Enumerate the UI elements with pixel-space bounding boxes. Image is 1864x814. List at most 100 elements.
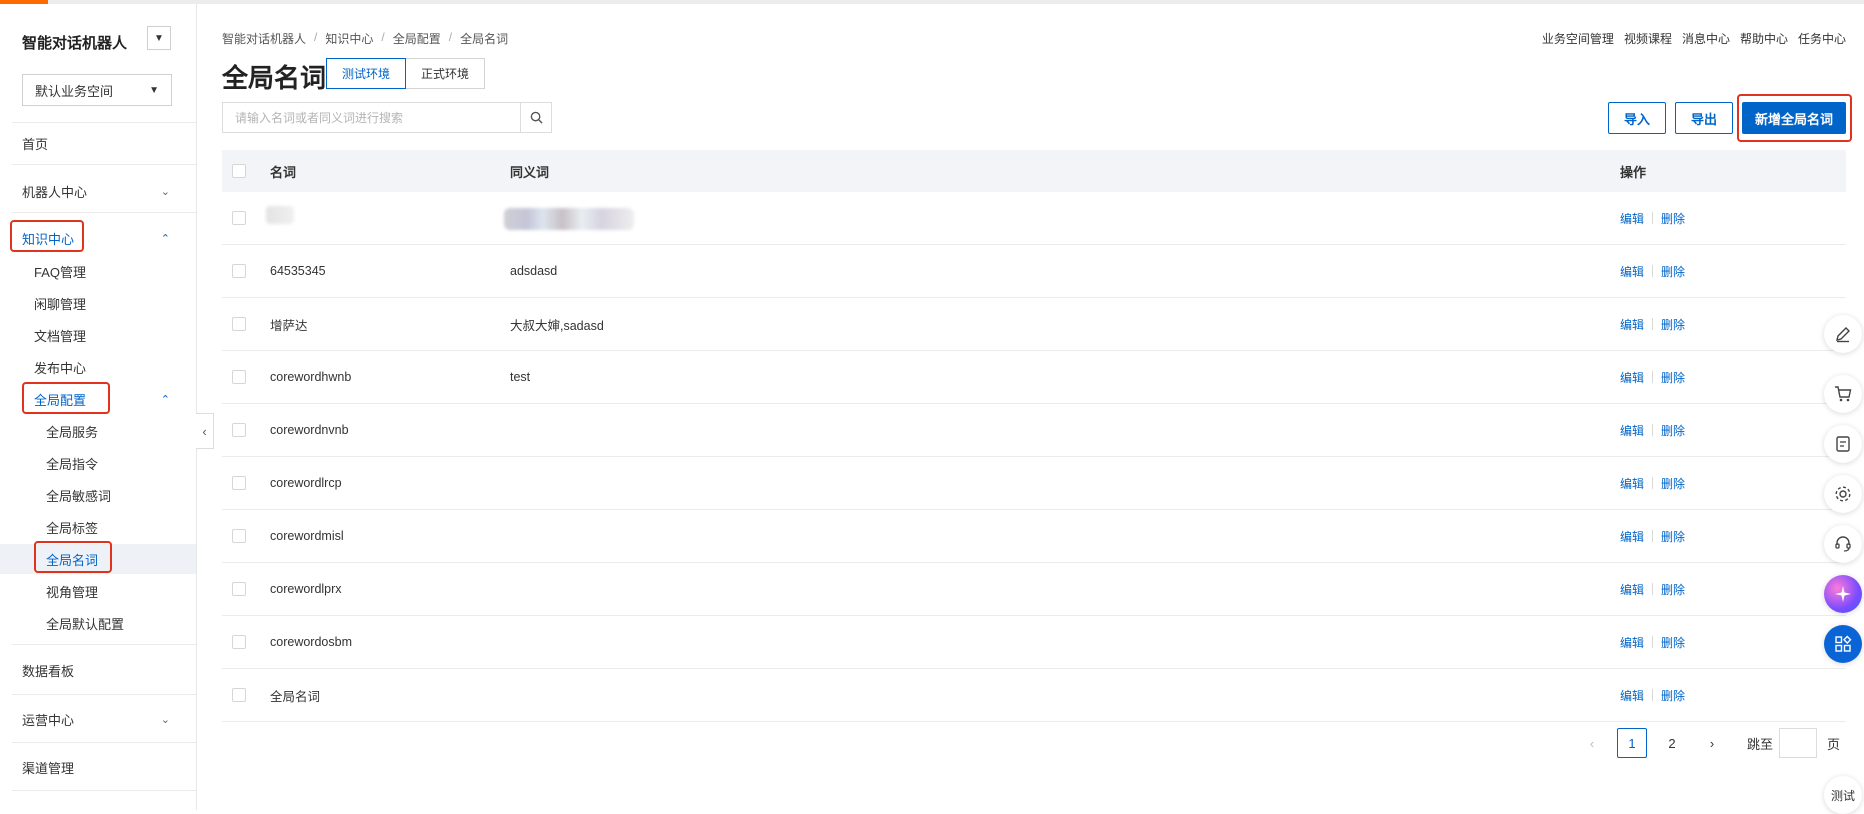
nav-channel[interactable]: 渠道管理 bbox=[0, 752, 196, 782]
link-help-center[interactable]: 帮助中心 bbox=[1740, 30, 1788, 47]
workspace-select[interactable]: 默认业务空间 ▼ bbox=[22, 74, 172, 106]
nav-global-service[interactable]: 全局服务 bbox=[0, 416, 196, 446]
nav-faq[interactable]: FAQ管理 bbox=[0, 256, 196, 286]
edit-link[interactable]: 编辑 bbox=[1620, 581, 1644, 598]
delete-link[interactable]: 删除 bbox=[1661, 210, 1685, 227]
divider bbox=[1652, 212, 1654, 224]
tab-test-env[interactable]: 测试环境 bbox=[326, 58, 407, 89]
link-video-courses[interactable]: 视频课程 bbox=[1624, 30, 1672, 47]
cell-name: 增萨达 bbox=[270, 318, 308, 333]
divider bbox=[1652, 371, 1654, 383]
divider bbox=[12, 644, 196, 645]
breadcrumb-item[interactable]: 全局配置 bbox=[393, 30, 441, 47]
apps-float-button[interactable] bbox=[1824, 625, 1862, 663]
edit-link[interactable]: 编辑 bbox=[1620, 316, 1644, 333]
cart-float-button[interactable] bbox=[1824, 375, 1862, 413]
tab-prod-env[interactable]: 正式环境 bbox=[406, 58, 486, 89]
divider bbox=[12, 790, 196, 791]
apps-grid-icon bbox=[1835, 635, 1852, 652]
search-input[interactable] bbox=[223, 103, 520, 132]
row-checkbox[interactable] bbox=[232, 317, 246, 331]
table-row: corewordmisl 编辑 删除 bbox=[222, 510, 1846, 563]
nav-perspective[interactable]: 视角管理 bbox=[0, 576, 196, 606]
edit-link[interactable]: 编辑 bbox=[1620, 210, 1644, 227]
workspace-value: 默认业务空间 bbox=[35, 83, 114, 99]
link-workspace-management[interactable]: 业务空间管理 bbox=[1542, 30, 1614, 47]
chevron-down-icon: ⌄ bbox=[160, 185, 170, 198]
nav-label: 全局服务 bbox=[46, 424, 99, 440]
delete-link[interactable]: 删除 bbox=[1661, 422, 1685, 439]
breadcrumb-separator: / bbox=[314, 30, 318, 44]
import-button[interactable]: 导入 bbox=[1608, 102, 1666, 134]
table-row: corewordlrcp 编辑 删除 bbox=[222, 457, 1846, 510]
edit-link[interactable]: 编辑 bbox=[1620, 687, 1644, 704]
search-icon bbox=[530, 111, 543, 124]
page-button-2[interactable]: 2 bbox=[1657, 728, 1687, 758]
edit-link[interactable]: 编辑 bbox=[1620, 528, 1644, 545]
table-row: 全局名词 编辑 删除 bbox=[222, 669, 1846, 722]
nav-robot-center[interactable]: 机器人中心 ⌄ bbox=[0, 176, 196, 206]
delete-link[interactable]: 删除 bbox=[1661, 263, 1685, 280]
prev-page-button[interactable]: ‹ bbox=[1577, 728, 1607, 758]
support-float-button[interactable] bbox=[1824, 525, 1862, 563]
header-synonyms: 同义词 bbox=[510, 164, 550, 180]
divider bbox=[12, 742, 196, 743]
row-checkbox[interactable] bbox=[232, 370, 246, 384]
delete-link[interactable]: 删除 bbox=[1661, 316, 1685, 333]
edit-float-button[interactable] bbox=[1824, 315, 1862, 353]
header-name: 名词 bbox=[270, 164, 297, 180]
delete-link[interactable]: 删除 bbox=[1661, 475, 1685, 492]
nav-dashboard[interactable]: 数据看板 bbox=[0, 655, 196, 685]
edit-link[interactable]: 编辑 bbox=[1620, 634, 1644, 651]
delete-link[interactable]: 删除 bbox=[1661, 581, 1685, 598]
pagination: ‹ 1 2 › 跳至 页 bbox=[1577, 728, 1840, 758]
breadcrumb-item[interactable]: 智能对话机器人 bbox=[222, 30, 306, 47]
search-button[interactable] bbox=[520, 103, 551, 132]
ai-assistant-button[interactable] bbox=[1824, 575, 1862, 613]
test-float-button[interactable]: 测试 bbox=[1824, 776, 1862, 814]
nav-publish[interactable]: 发布中心 bbox=[0, 352, 196, 382]
collapse-sidebar-button[interactable]: ‹ bbox=[196, 413, 214, 449]
app-switch-button[interactable]: ▼ bbox=[147, 26, 171, 50]
cell-synonyms: 大叔大婶,sadasd bbox=[510, 318, 604, 333]
nav-global-command[interactable]: 全局指令 bbox=[0, 448, 196, 478]
nav-global-default[interactable]: 全局默认配置 bbox=[0, 608, 196, 638]
select-all-checkbox[interactable] bbox=[232, 164, 246, 178]
delete-link[interactable]: 删除 bbox=[1661, 369, 1685, 386]
nav-docs[interactable]: 文档管理 bbox=[0, 320, 196, 350]
breadcrumb-item[interactable]: 知识中心 bbox=[325, 30, 373, 47]
jump-page-input[interactable] bbox=[1779, 728, 1818, 758]
env-tabs: 测试环境 正式环境 bbox=[326, 58, 486, 89]
row-checkbox[interactable] bbox=[232, 529, 246, 543]
edit-link[interactable]: 编辑 bbox=[1620, 263, 1644, 280]
nav-global-tags[interactable]: 全局标签 bbox=[0, 512, 196, 542]
row-checkbox[interactable] bbox=[232, 688, 246, 702]
page-button-1[interactable]: 1 bbox=[1617, 728, 1647, 758]
link-task-center[interactable]: 任务中心 bbox=[1798, 30, 1846, 47]
top-links: 业务空间管理 视频课程 消息中心 帮助中心 任务中心 bbox=[1542, 30, 1846, 47]
nav-home[interactable]: 首页 bbox=[0, 128, 196, 158]
delete-link[interactable]: 删除 bbox=[1661, 528, 1685, 545]
nav-global-sensitive[interactable]: 全局敏感词 bbox=[0, 480, 196, 510]
row-checkbox[interactable] bbox=[232, 582, 246, 596]
next-page-button[interactable]: › bbox=[1697, 728, 1727, 758]
row-checkbox[interactable] bbox=[232, 264, 246, 278]
row-checkbox[interactable] bbox=[232, 635, 246, 649]
link-message-center[interactable]: 消息中心 bbox=[1682, 30, 1730, 47]
settings-float-button[interactable] bbox=[1824, 475, 1862, 513]
api-float-button[interactable] bbox=[1824, 425, 1862, 463]
row-checkbox[interactable] bbox=[232, 211, 246, 225]
row-checkbox[interactable] bbox=[232, 476, 246, 490]
nav-chitchat[interactable]: 闲聊管理 bbox=[0, 288, 196, 318]
divider bbox=[1652, 318, 1654, 330]
export-button[interactable]: 导出 bbox=[1675, 102, 1733, 134]
edit-link[interactable]: 编辑 bbox=[1620, 422, 1644, 439]
nav-label: FAQ管理 bbox=[34, 264, 87, 280]
edit-link[interactable]: 编辑 bbox=[1620, 475, 1644, 492]
row-checkbox[interactable] bbox=[232, 423, 246, 437]
nav-ops-center[interactable]: 运营中心 ⌄ bbox=[0, 704, 196, 734]
cart-icon bbox=[1835, 386, 1852, 402]
edit-link[interactable]: 编辑 bbox=[1620, 369, 1644, 386]
delete-link[interactable]: 删除 bbox=[1661, 634, 1685, 651]
delete-link[interactable]: 删除 bbox=[1661, 687, 1685, 704]
